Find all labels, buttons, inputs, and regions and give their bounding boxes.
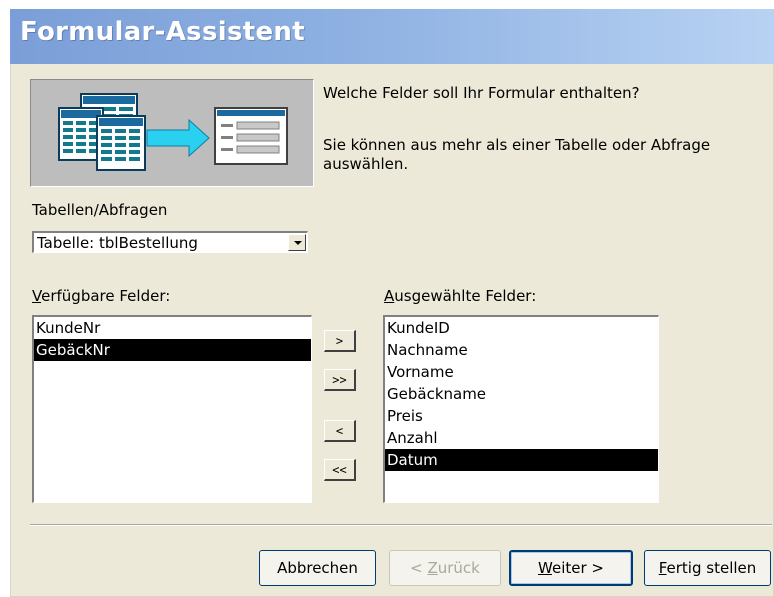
form-wizard-dialog: Formular-Assistent Welche Felder soll Ih…: [10, 9, 774, 597]
add-all-fields-button[interactable]: >>: [324, 369, 356, 391]
list-item[interactable]: GebäckNr: [34, 339, 311, 361]
hint-text-line2: auswählen.: [323, 155, 409, 173]
footer-separator: [30, 524, 772, 526]
back-button[interactable]: < Zurück: [389, 550, 501, 586]
next-button[interactable]: Weiter >: [509, 550, 633, 586]
tables-to-form-icon: [58, 93, 288, 171]
available-fields-label: Verfügbare Felder:: [32, 287, 171, 305]
add-field-button[interactable]: >: [324, 330, 356, 352]
list-item[interactable]: KundeID: [385, 317, 658, 339]
question-text: Welche Felder soll Ihr Formular enthalte…: [323, 84, 640, 102]
remove-all-fields-button[interactable]: <<: [324, 459, 356, 481]
list-item[interactable]: Gebäckname: [385, 383, 658, 405]
dropdown-value: Tabelle: tblBestellung: [37, 234, 198, 252]
chevron-down-icon: [294, 241, 302, 245]
selected-fields-label: Ausgewählte Felder:: [384, 287, 537, 305]
hint-text-line1: Sie können aus mehr als einer Tabelle od…: [323, 136, 711, 154]
list-item[interactable]: Preis: [385, 405, 658, 427]
dropdown-button[interactable]: [288, 234, 306, 251]
source-label: Tabellen/Abfragen: [32, 201, 168, 219]
cancel-button[interactable]: Abbrechen: [259, 550, 376, 586]
remove-field-button[interactable]: <: [324, 420, 356, 442]
title-bar: Formular-Assistent: [10, 9, 774, 64]
dialog-title: Formular-Assistent: [20, 17, 305, 47]
list-item[interactable]: Anzahl: [385, 427, 658, 449]
table-query-dropdown[interactable]: Tabelle: tblBestellung: [32, 231, 308, 253]
list-item[interactable]: Datum: [385, 449, 658, 471]
finish-button[interactable]: Fertig stellen: [644, 550, 771, 586]
wizard-illustration: [30, 79, 314, 187]
list-item[interactable]: Vorname: [385, 361, 658, 383]
list-item[interactable]: KundeNr: [34, 317, 311, 339]
available-fields-list[interactable]: KundeNr GebäckNr: [32, 315, 312, 503]
list-item[interactable]: Nachname: [385, 339, 658, 361]
selected-fields-list[interactable]: KundeID Nachname Vorname Gebäckname Preis Anz…: [383, 315, 659, 503]
